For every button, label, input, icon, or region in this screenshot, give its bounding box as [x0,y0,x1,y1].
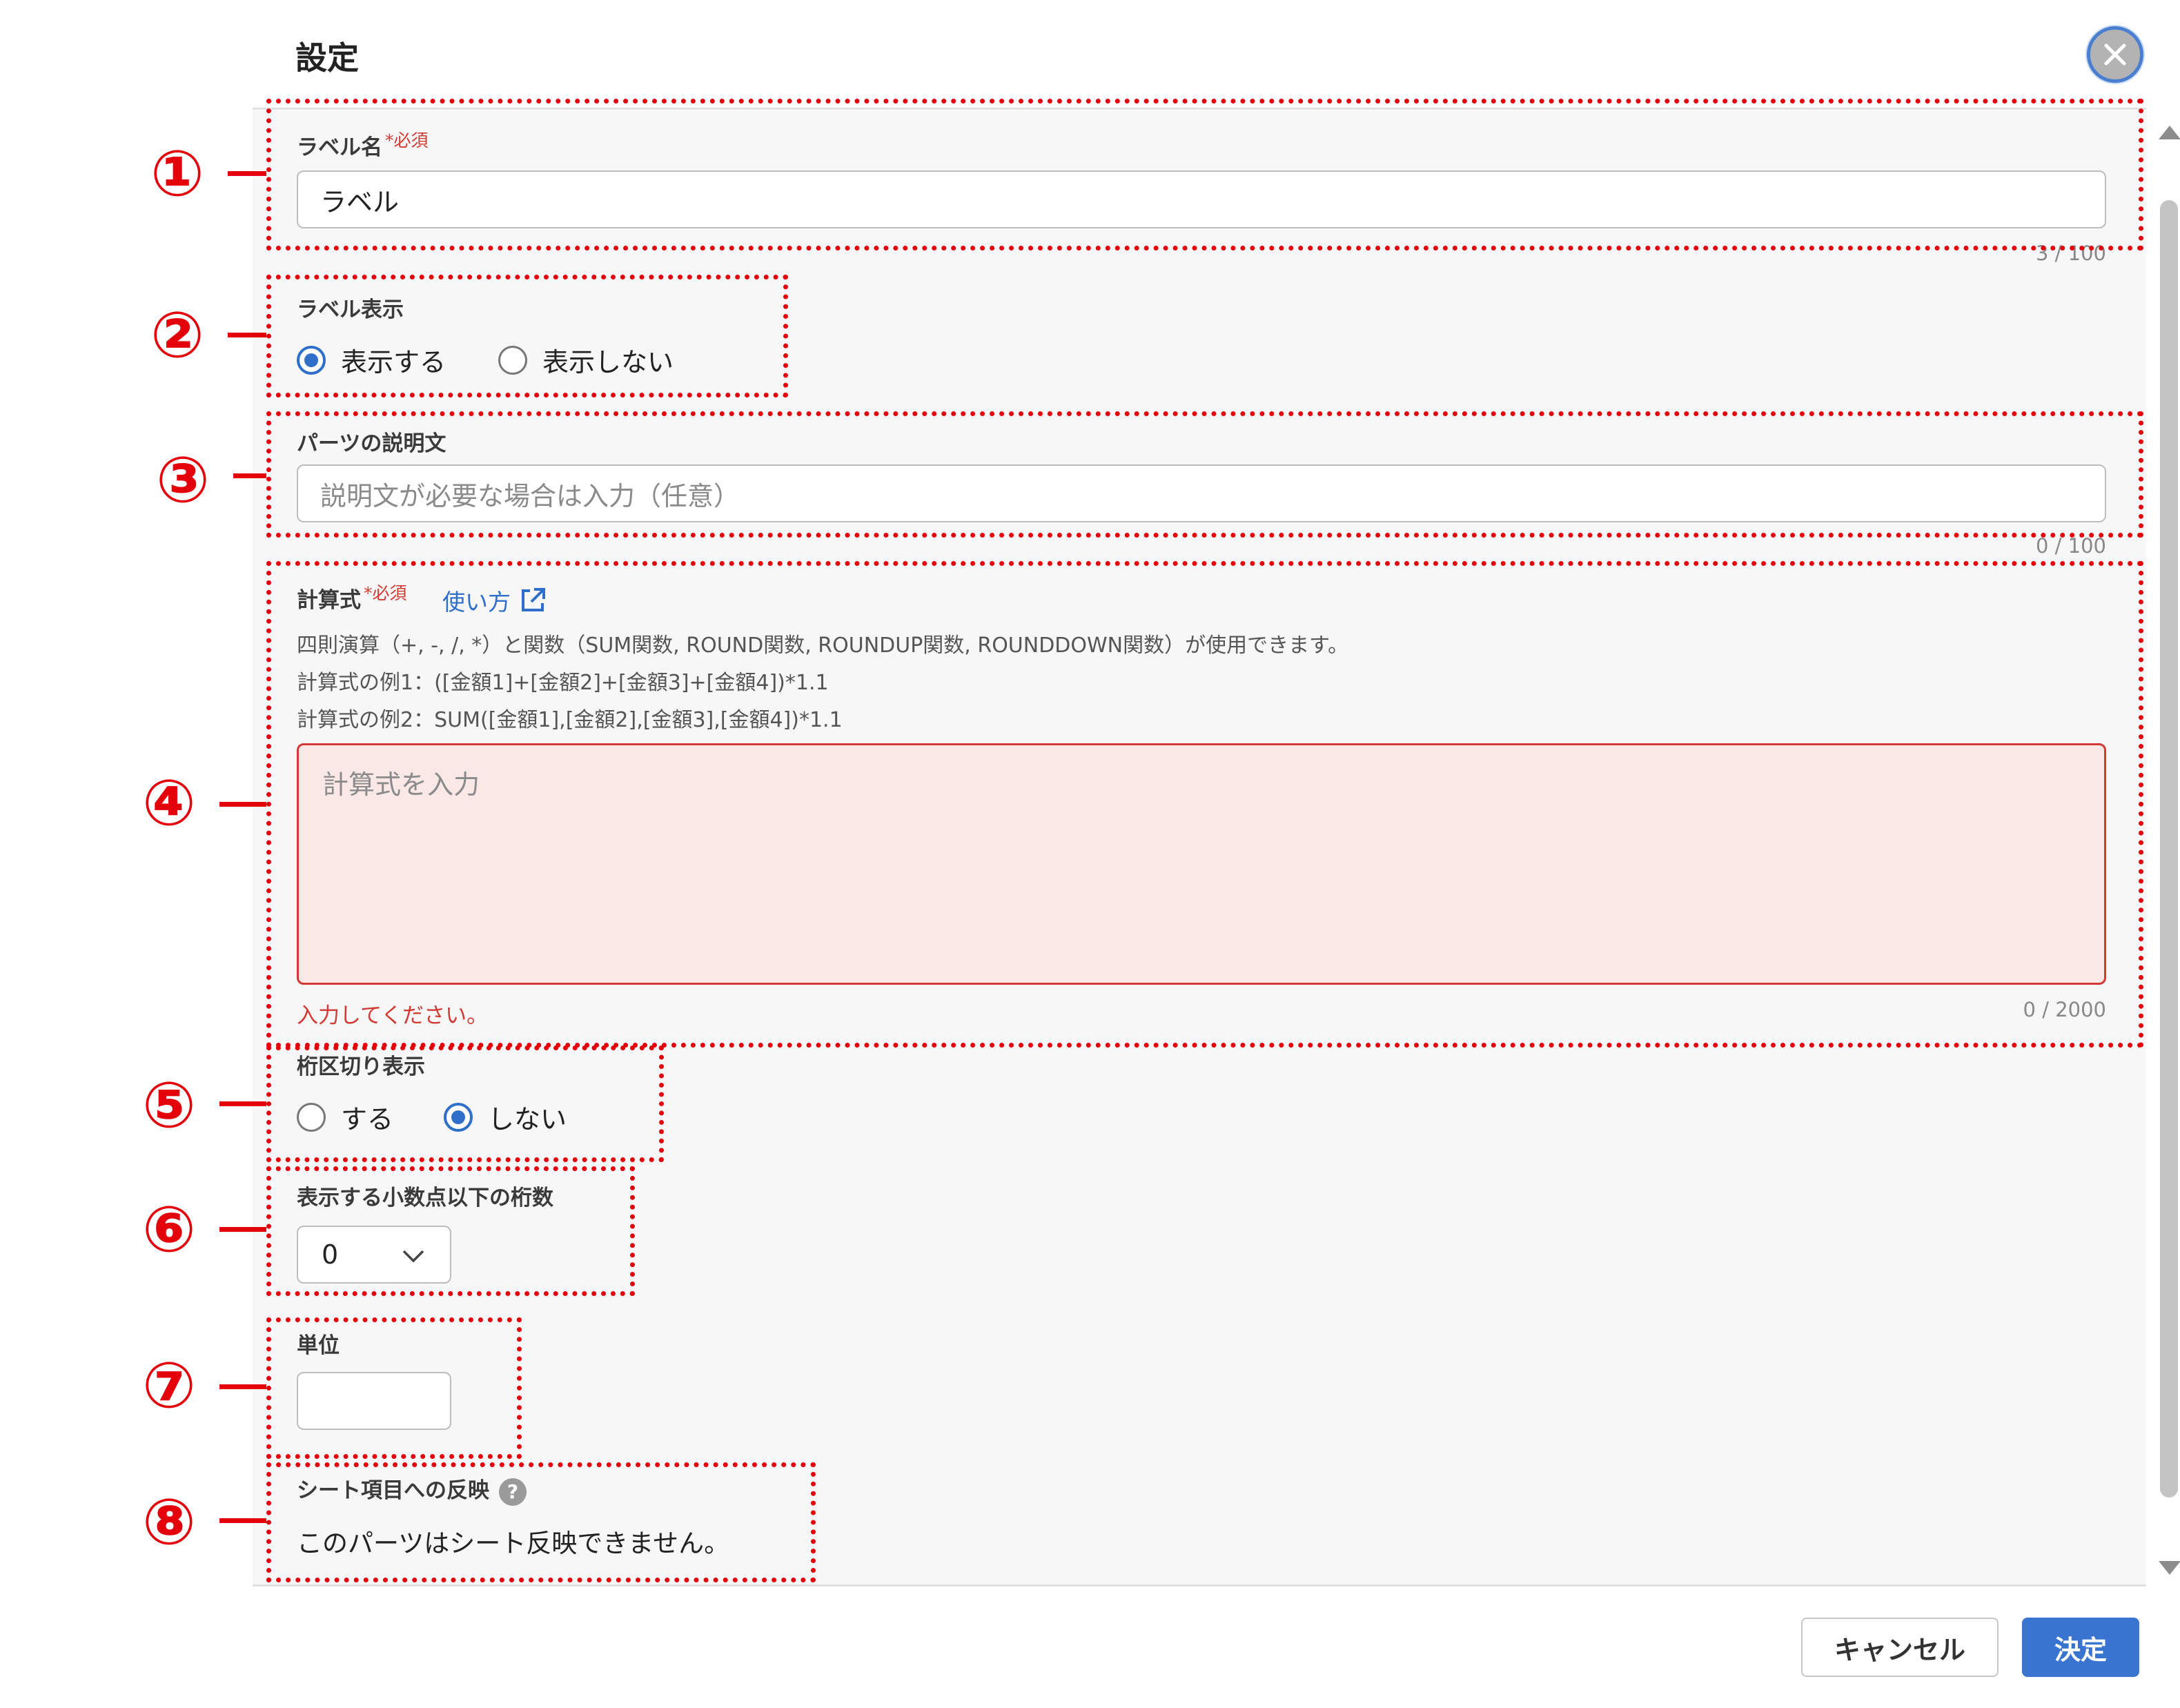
annotation-number-6: ⑥ [142,1192,196,1266]
annotation-box-8 [266,1462,816,1582]
annotation-connector-1 [228,171,266,176]
annotation-box-1 [266,99,2143,251]
scrollbar-thumb[interactable] [2160,200,2178,1498]
annotation-connector-8 [219,1518,266,1523]
cancel-button[interactable]: キャンセル [1801,1618,1999,1677]
annotation-number-1: ① [150,137,204,210]
annotation-box-4 [266,561,2143,1048]
annotation-connector-7 [219,1384,266,1389]
annotation-box-6 [266,1166,635,1296]
close-icon [2104,43,2126,66]
description-counter: 0 / 100 [2035,534,2106,558]
close-button[interactable] [2087,26,2143,83]
annotation-number-5: ⑤ [142,1068,196,1142]
annotation-connector-3 [233,473,266,478]
dialog-title: 設定 [295,39,359,77]
annotation-number-3: ③ [156,443,210,517]
annotation-box-7 [266,1317,522,1459]
ok-button[interactable]: 決定 [2022,1618,2139,1677]
annotation-connector-4 [219,802,266,807]
annotation-number-7: ⑦ [142,1348,196,1422]
footer-divider [253,1584,2146,1587]
annotation-box-2 [266,275,788,397]
annotation-box-5 [266,1046,664,1162]
annotation-number-4: ④ [142,766,196,840]
annotation-connector-6 [219,1227,266,1232]
annotation-number-2: ② [150,298,204,372]
annotation-connector-5 [219,1101,266,1106]
annotation-connector-2 [228,333,266,337]
annotation-number-8: ⑧ [142,1485,196,1559]
scroll-up-icon[interactable] [2159,126,2180,139]
annotation-box-3 [266,411,2143,538]
scroll-down-icon[interactable] [2159,1561,2180,1575]
